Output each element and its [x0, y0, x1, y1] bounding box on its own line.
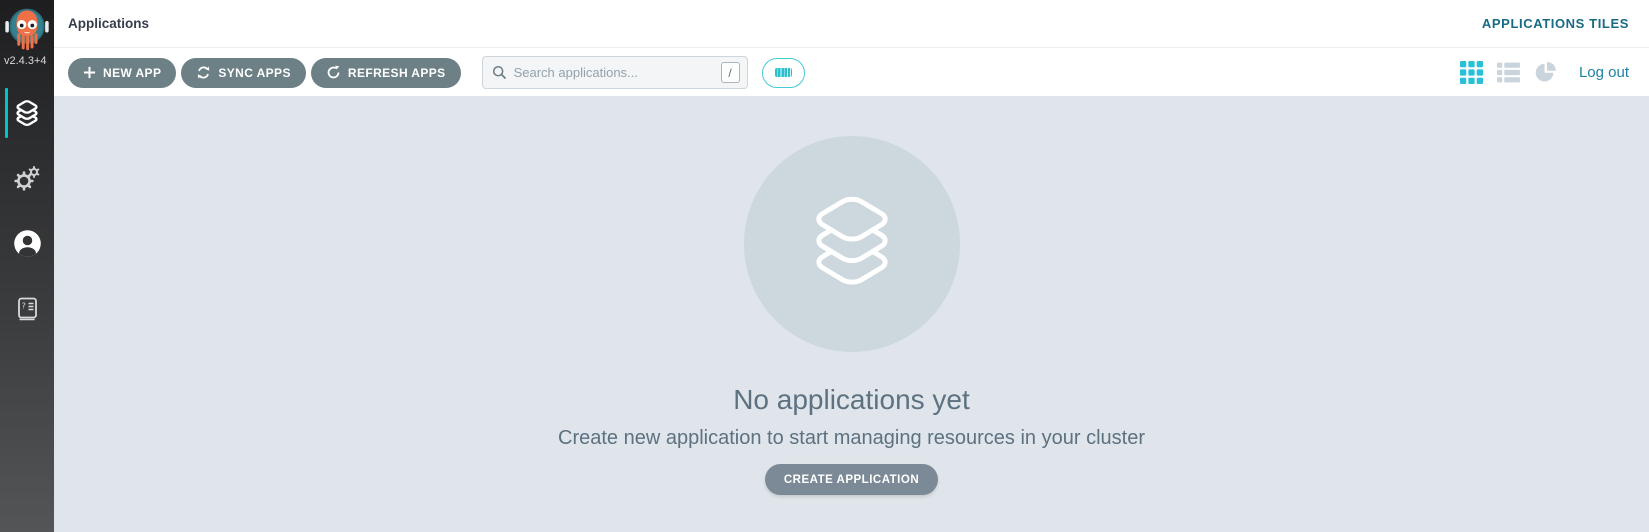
sync-apps-label: SYNC APPS	[218, 65, 291, 80]
refresh-apps-button[interactable]: REFRESH APPS	[310, 57, 461, 88]
empty-state-title: No applications yet	[733, 384, 970, 415]
plus-icon	[83, 66, 96, 79]
sidebar-item-settings[interactable]	[0, 146, 54, 211]
toolbar: NEW APP SYNC APPS REFRESH APPS Search ap…	[54, 49, 1649, 96]
status-bar-toggle-button[interactable]	[761, 57, 805, 88]
search-input[interactable]	[513, 65, 721, 80]
refresh-apps-label: REFRESH APPS	[347, 65, 446, 80]
new-app-label: NEW APP	[103, 65, 162, 80]
sidebar: v2.4.3+4 ?	[0, 0, 54, 532]
help-book-icon: ?	[18, 297, 37, 320]
logout-link[interactable]: Log out	[1579, 64, 1629, 81]
new-app-button[interactable]: NEW APP	[68, 57, 177, 88]
gear-icon	[14, 165, 40, 191]
search-shortcut-hint: /	[720, 62, 740, 83]
empty-state-subtitle: Create new application to start managing…	[558, 427, 1145, 449]
main-content: No applications yet Create new applicati…	[54, 96, 1649, 532]
create-application-button[interactable]: CREATE APPLICATION	[764, 464, 939, 495]
empty-state-circle	[743, 136, 960, 352]
argo-logo[interactable]	[0, 0, 54, 53]
keyboard-bar-icon	[774, 68, 792, 77]
layers-icon	[12, 99, 42, 129]
svg-text:?: ?	[22, 301, 26, 310]
breadcrumb: Applications	[68, 16, 150, 31]
sidebar-item-docs[interactable]: ?	[0, 276, 54, 341]
sidebar-item-user[interactable]	[0, 211, 54, 276]
sidebar-item-applications[interactable]	[0, 81, 54, 146]
user-icon	[13, 230, 41, 257]
refresh-icon	[327, 65, 340, 79]
empty-state: No applications yet Create new applicati…	[54, 96, 1649, 495]
pie-view-icon[interactable]	[1534, 61, 1557, 84]
list-view-icon[interactable]	[1496, 61, 1520, 84]
grid-view-icon[interactable]	[1459, 61, 1483, 84]
active-indicator	[5, 88, 8, 138]
argo-octopus-logo-icon	[5, 8, 49, 51]
search-icon	[492, 65, 506, 80]
topbar: Applications APPLICATIONS TILES	[54, 0, 1649, 48]
version-label: v2.4.3+4	[4, 55, 47, 67]
sidebar-nav: ?	[0, 81, 54, 341]
layers-icon	[799, 191, 905, 297]
page-mode-title: APPLICATIONS TILES	[1481, 16, 1629, 31]
sync-icon	[198, 66, 210, 79]
search-box[interactable]: /	[481, 56, 748, 89]
argocd-applications-page: v2.4.3+4 ? Applications APPLICATIONS TIL…	[0, 0, 1649, 532]
sync-apps-button[interactable]: SYNC APPS	[181, 57, 306, 88]
toolbar-right: Log out	[1459, 61, 1649, 84]
